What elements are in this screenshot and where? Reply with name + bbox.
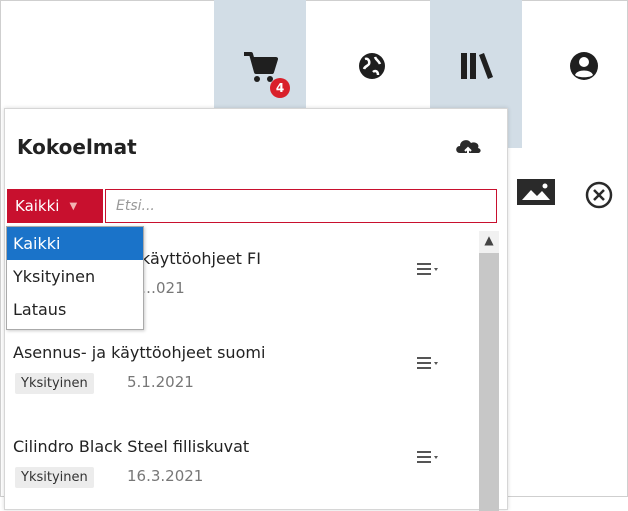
image-icon[interactable] bbox=[516, 178, 556, 210]
item-visibility-tag: Yksityinen bbox=[15, 373, 94, 394]
scroll-thumb[interactable] bbox=[479, 253, 499, 511]
chevron-down-icon: ▼ bbox=[69, 200, 78, 212]
item-menu-icon[interactable] bbox=[417, 449, 441, 468]
list-item[interactable]: Cilindro Black Steel filliskuvat Yksityi… bbox=[5, 419, 473, 511]
list-item[interactable]: Asennus- ja käyttöohjeet suomi Yksityine… bbox=[5, 325, 473, 419]
account-button[interactable] bbox=[540, 0, 628, 148]
search-input[interactable] bbox=[105, 189, 497, 223]
filter-selected-value: Kaikki bbox=[15, 197, 60, 215]
panel-title: Kokoelmat bbox=[17, 135, 137, 159]
scroll-up-icon[interactable]: ▲ bbox=[479, 233, 499, 251]
item-menu-icon[interactable] bbox=[417, 261, 441, 280]
filter-option-kaikki[interactable]: Kaikki bbox=[7, 227, 143, 260]
item-date: …021 bbox=[141, 279, 185, 297]
filter-dropdown: Kaikki Yksityinen Lataus bbox=[6, 226, 144, 330]
search-row: Kaikki ▼ bbox=[7, 189, 497, 223]
item-visibility-tag: Yksityinen bbox=[15, 467, 94, 488]
cart-count-badge: 4 bbox=[270, 78, 290, 98]
filter-select[interactable]: Kaikki ▼ bbox=[7, 189, 103, 223]
globe-icon bbox=[356, 50, 388, 86]
close-icon[interactable] bbox=[584, 180, 614, 214]
item-title: Cilindro Black Steel filliskuvat bbox=[13, 437, 250, 456]
item-menu-icon[interactable] bbox=[417, 355, 441, 374]
item-title: Asennus- ja käyttöohjeet suomi bbox=[13, 343, 266, 362]
item-title: käyttöohjeet FI bbox=[141, 249, 261, 268]
cloud-upload-icon[interactable] bbox=[453, 135, 483, 163]
library-icon bbox=[458, 50, 494, 86]
item-date: 16.3.2021 bbox=[127, 467, 204, 485]
list-scrollbar[interactable]: ▲ bbox=[479, 231, 499, 511]
item-date: 5.1.2021 bbox=[127, 373, 194, 391]
filter-option-lataus[interactable]: Lataus bbox=[7, 293, 143, 326]
filter-option-yksityinen[interactable]: Yksityinen bbox=[7, 260, 143, 293]
user-icon bbox=[568, 50, 600, 86]
